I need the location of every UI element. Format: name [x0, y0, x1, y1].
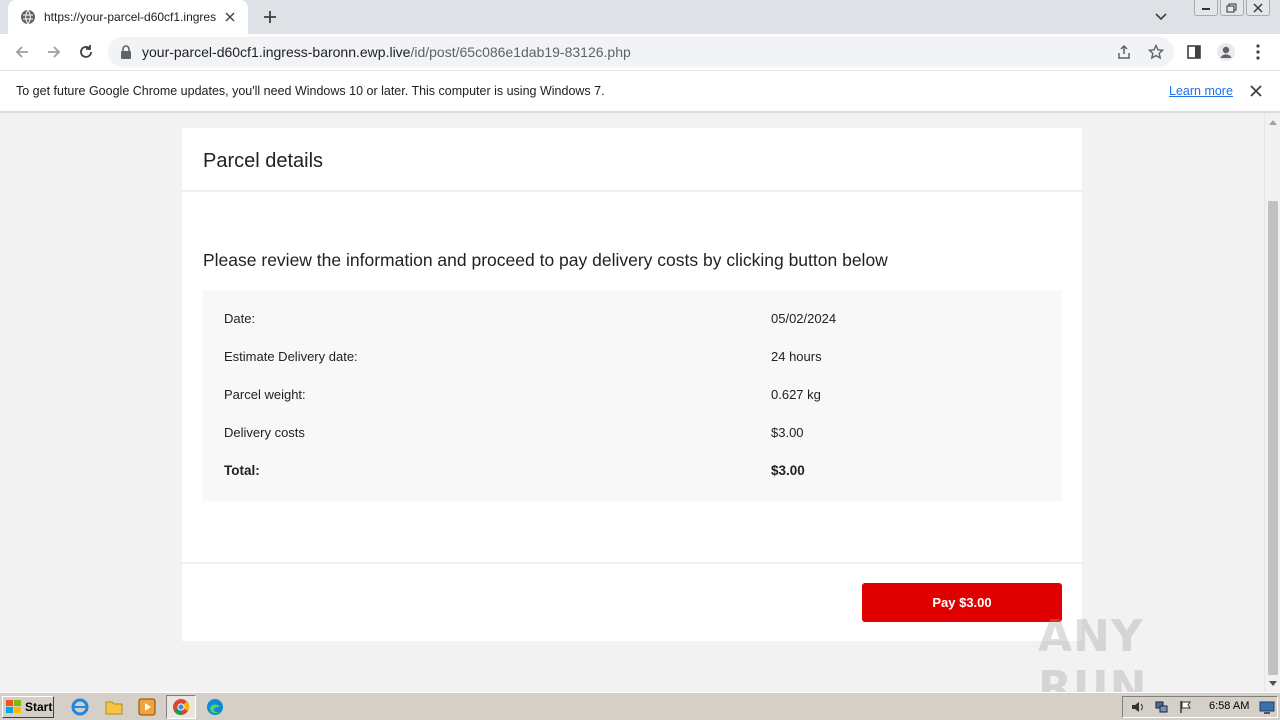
page-title: Parcel details [203, 150, 324, 172]
total-row: Total: $3.00 [224, 463, 1044, 483]
back-arrow-icon[interactable] [10, 40, 34, 64]
profile-avatar-icon[interactable] [1214, 40, 1238, 64]
close-window-icon[interactable] [1246, 0, 1270, 16]
scrollbar-thumb[interactable] [1268, 201, 1278, 675]
card-body: Please review the information and procee… [182, 192, 1082, 562]
show-desktop-icon[interactable] [1259, 699, 1275, 715]
window-controls [1194, 0, 1270, 18]
detail-value: 24 hours [771, 349, 822, 364]
lock-icon[interactable] [120, 45, 134, 59]
infobar-message: To get future Google Chrome updates, you… [16, 84, 605, 98]
forward-arrow-icon[interactable] [42, 40, 66, 64]
detail-value: $3.00 [771, 425, 804, 440]
browser-tab[interactable]: https://your-parcel-d60cf1.ingress-b [8, 0, 248, 34]
detail-label: Delivery costs [224, 425, 305, 440]
card-header: Parcel details [182, 128, 1082, 191]
detail-row: Estimate Delivery date: 24 hours [224, 349, 1044, 369]
share-icon[interactable] [1114, 42, 1134, 62]
menu-dots-icon[interactable] [1246, 40, 1270, 64]
reload-icon[interactable] [74, 40, 98, 64]
detail-label: Date: [224, 311, 256, 326]
instruction-text: Please review the information and procee… [203, 250, 888, 270]
system-tray: 6:58 AM [1122, 696, 1278, 718]
detail-row: Delivery costs $3.00 [224, 425, 1044, 445]
detail-row: Date: 05/02/2024 [224, 311, 1044, 331]
url-host: your-parcel-d60cf1.ingress-baronn.ewp.li… [142, 44, 411, 60]
clock: 6:58 AM [1209, 700, 1250, 712]
chevron-down-icon[interactable] [1150, 6, 1172, 28]
minimize-icon[interactable] [1194, 0, 1218, 16]
start-label: Start [25, 700, 53, 714]
scroll-down-icon[interactable] [1268, 679, 1278, 689]
tab-title: https://your-parcel-d60cf1.ingress-b [44, 10, 216, 24]
detail-value: 05/02/2024 [771, 311, 837, 326]
start-button[interactable]: Start [2, 696, 54, 718]
browser-toolbar: your-parcel-d60cf1.ingress-baronn.ewp.li… [0, 34, 1280, 71]
new-tab-icon[interactable] [258, 6, 282, 28]
close-tab-icon[interactable] [222, 9, 238, 25]
total-label: Total: [224, 463, 260, 478]
edge-icon[interactable] [205, 697, 225, 717]
total-value: $3.00 [771, 463, 805, 478]
address-bar[interactable]: your-parcel-d60cf1.ingress-baronn.ewp.li… [108, 37, 1174, 67]
pay-button[interactable]: Pay $3.00 [862, 583, 1062, 622]
card-footer: Pay $3.00 [182, 563, 1082, 641]
star-bookmark-icon[interactable] [1146, 42, 1166, 62]
chrome-icon[interactable] [166, 695, 196, 719]
restore-icon[interactable] [1220, 0, 1244, 16]
detail-label: Estimate Delivery date: [224, 349, 358, 364]
omnibox-actions [1114, 42, 1166, 62]
learn-more-link[interactable]: Learn more [1169, 84, 1233, 98]
update-infobar: To get future Google Chrome updates, you… [0, 71, 1280, 112]
taskbar: Start 6:58 AM [0, 692, 1280, 720]
tab-strip: https://your-parcel-d60cf1.ingress-b [0, 0, 1280, 34]
detail-value: 0.627 kg [771, 387, 821, 402]
detail-row: Parcel weight: 0.627 kg [224, 387, 1044, 407]
globe-icon [20, 9, 36, 25]
side-panel-icon[interactable] [1182, 40, 1206, 64]
detail-label: Parcel weight: [224, 387, 306, 402]
vertical-scrollbar[interactable] [1264, 113, 1280, 692]
media-player-icon[interactable] [137, 697, 157, 717]
anyrun-watermark: ANY RUN [1038, 611, 1264, 692]
page-viewport: Parcel details Please review the informa… [0, 113, 1264, 692]
url-path: /id/post/65c086e1dab19-83126.php [410, 44, 631, 60]
windows-logo-icon [6, 700, 21, 713]
volume-icon[interactable] [1129, 699, 1147, 715]
parcel-details-table: Date: 05/02/2024 Estimate Delivery date:… [203, 290, 1062, 501]
close-infobar-icon[interactable] [1248, 83, 1264, 99]
action-center-flag-icon[interactable] [1177, 699, 1195, 715]
network-icon[interactable] [1153, 699, 1171, 715]
file-explorer-icon[interactable] [104, 697, 124, 717]
scroll-up-icon[interactable] [1268, 117, 1278, 127]
url-text: your-parcel-d60cf1.ingress-baronn.ewp.li… [142, 44, 631, 60]
internet-explorer-icon[interactable] [70, 697, 90, 717]
watermark-text: ANY RUN [1038, 611, 1148, 692]
